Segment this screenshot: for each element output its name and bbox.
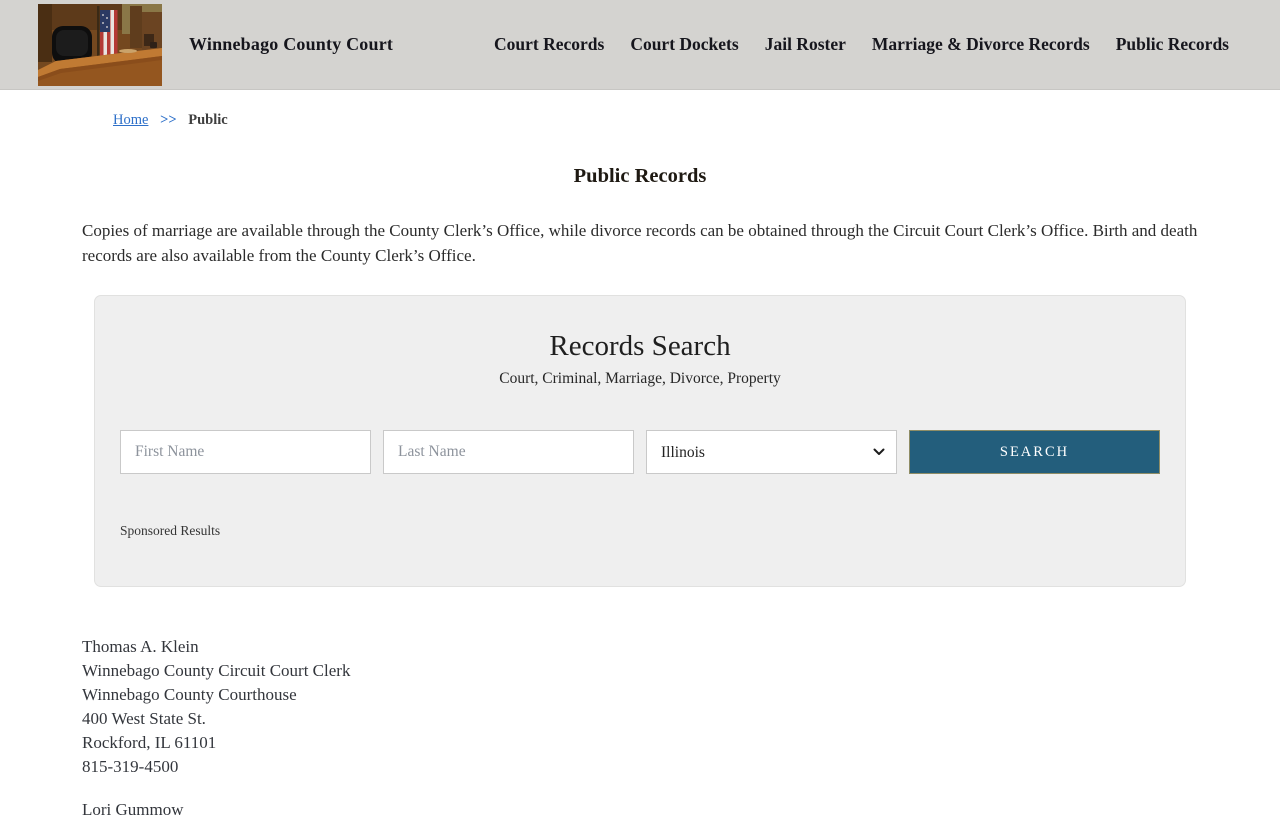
clerk-contact-block: Thomas A. Klein Winnebago County Circuit… [82,635,1280,779]
first-name-input[interactable] [120,430,371,474]
breadcrumb-separator: >> [160,112,177,128]
state-select-wrap: Illinois [646,430,897,474]
breadcrumb-home-link[interactable]: Home [113,112,148,128]
site-header: Winnebago County Court Court Records Cou… [0,0,1280,90]
nav-item-public-records[interactable]: Public Records [1116,34,1229,55]
nav-item-court-dockets[interactable]: Court Dockets [630,34,738,55]
main-nav: Court Records Court Dockets Jail Roster … [494,34,1229,55]
courtroom-photo-image [38,3,162,86]
records-search-title: Records Search [549,330,731,362]
intro-paragraph: Copies of marriage are available through… [82,221,1198,265]
breadcrumb-current: Public [188,112,228,128]
second-contact-block: Lori Gummow [82,798,1280,822]
state-select[interactable]: Illinois [646,430,897,474]
page-title: Public Records [573,165,707,187]
records-search-form: Illinois SEARCH [120,430,1160,474]
nav-item-jail-roster[interactable]: Jail Roster [765,34,846,55]
nav-item-court-records[interactable]: Court Records [494,34,604,55]
sponsored-results-label: Sponsored Results [120,523,221,538]
records-search-panel: Records Search Court, Criminal, Marriage… [94,295,1186,587]
last-name-input[interactable] [383,430,634,474]
contact-city: Rockford, IL 61101 [82,733,217,752]
site-logo[interactable] [38,3,162,86]
search-button[interactable]: SEARCH [909,430,1160,474]
contact-phone: 815-319-4500 [82,757,179,776]
breadcrumb: Home >> Public [113,112,1280,129]
contact-role: Winnebago County Circuit Court Clerk [82,661,351,680]
records-search-subtitle: Court, Criminal, Marriage, Divorce, Prop… [499,370,781,387]
nav-item-marriage-divorce-records[interactable]: Marriage & Divorce Records [872,34,1090,55]
contact-street: 400 West State St. [82,709,206,728]
contact-name: Thomas A. Klein [82,637,199,656]
site-title: Winnebago County Court [189,34,394,54]
contact-name: Lori Gummow [82,800,184,819]
contact-building: Winnebago County Courthouse [82,685,297,704]
